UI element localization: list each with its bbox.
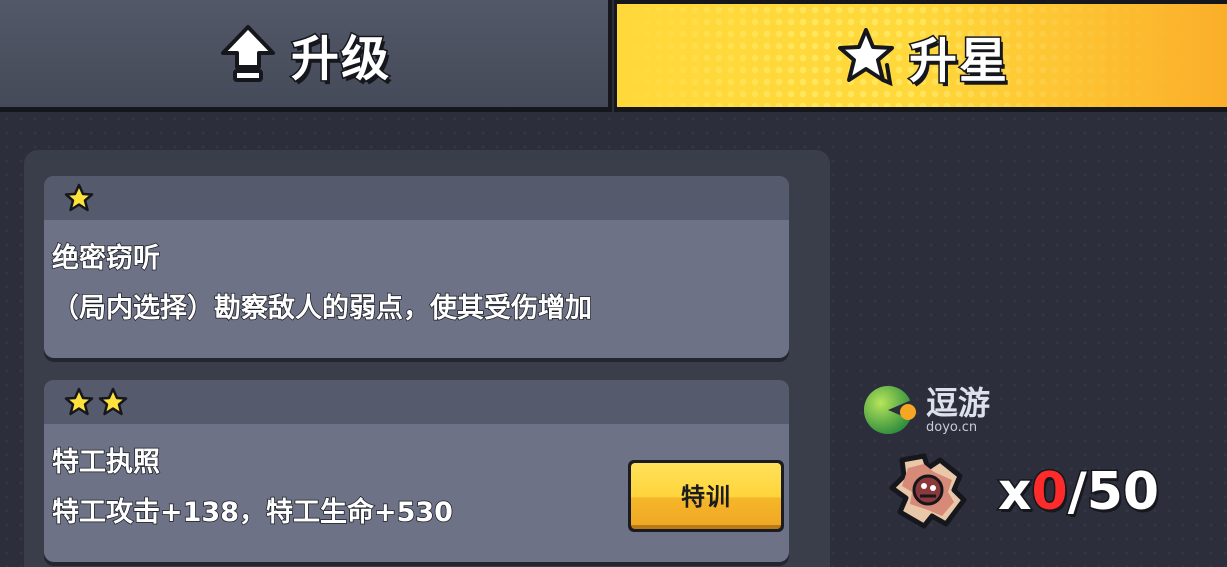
tab-upgrade[interactable]: 升级 [0,0,612,112]
star-reward-card-1: 绝密窃听 （局内选择）勘察敌人的弱点，使其受伤增加 [44,176,789,358]
watermark: 逗游 doyo.cn [862,380,1012,440]
star-icon [837,27,894,86]
counter-current: 0 [1030,461,1069,524]
counter-required: 50 [1085,461,1160,524]
star-icon [64,387,94,416]
watermark-name: 逗游 [926,383,991,422]
card-description: （局内选择）勘察敌人的弱点，使其受伤增加 [51,292,593,325]
card-star-row [44,176,789,220]
counter-separator: / [1066,461,1088,524]
tab-star-up-label: 升星 [907,31,1009,90]
star-icon [98,387,128,416]
special-training-button[interactable]: 特训 [628,460,784,532]
card-star-row [44,380,789,424]
tab-upgrade-label: 升级 [289,29,391,88]
special-training-label: 特训 [681,482,731,511]
agent-fragment-icon [889,453,967,529]
special-training-button-face: 特训 [631,463,781,529]
tab-star-up[interactable]: 升星 [614,0,1227,112]
card-title: 绝密窃听 [51,242,161,275]
watermark-url: doyo.cn [926,419,978,435]
fragment-counter: x 0 / 50 [997,461,1161,524]
star-icon [64,183,94,212]
counter-prefix: x [997,461,1034,524]
arrow-up-icon [220,24,275,82]
doyo-logo-icon [864,386,916,434]
tab-bar: 升级 升星 [0,0,1227,116]
